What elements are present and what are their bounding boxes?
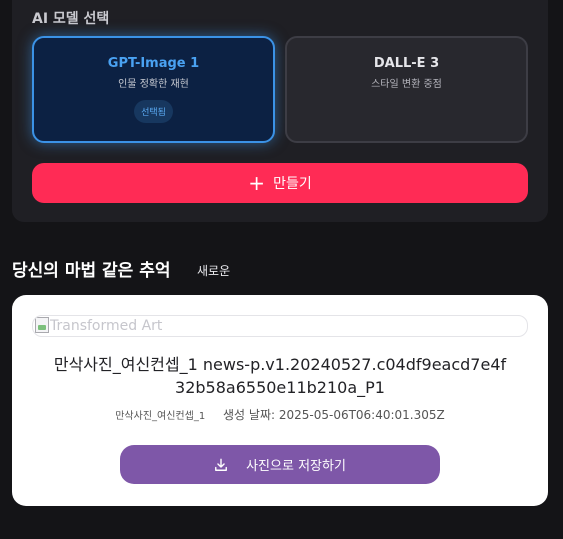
- gallery-title: 당신의 마법 같은 추억: [12, 261, 171, 281]
- model-name: DALL-E 3: [373, 56, 440, 71]
- model-section-label: AI 모델 선택: [32, 11, 110, 27]
- image-alt-text: Transformed Art: [50, 318, 163, 334]
- model-description: 인물 정확한 재현: [118, 79, 189, 90]
- card-meta: 만삭사진_여신컨셉_1 생성 날짜: 2025-05-06T06:40:01.3…: [12, 406, 548, 423]
- new-tag: 새로운: [197, 264, 231, 278]
- create-button-label: 만들기: [273, 176, 312, 192]
- selected-badge: 선택됨: [134, 100, 173, 123]
- model-name: GPT-Image 1: [107, 56, 200, 71]
- category-label: 만삭사진_여신컨셉_1: [115, 411, 206, 422]
- model-card-gpt-image-1[interactable]: GPT-Image 1 인물 정확한 재현 선택됨: [32, 36, 275, 143]
- save-photo-button[interactable]: 사진으로 저장하기: [120, 445, 440, 484]
- download-icon: [215, 458, 228, 471]
- create-button[interactable]: + 만들기: [32, 163, 528, 203]
- broken-image-icon: [35, 317, 49, 333]
- memory-card: Transformed Art 만삭사진_여신컨셉_1 news-p.v1.20…: [12, 295, 548, 506]
- file-name: 만삭사진_여신컨셉_1 news-p.v1.20240527.c04df9eac…: [53, 355, 507, 397]
- created-date: 생성 날짜: 2025-05-06T06:40:01.305Z: [223, 408, 445, 422]
- model-description: 스타일 변환 중점: [371, 79, 442, 90]
- plus-icon: +: [248, 171, 266, 195]
- save-button-label: 사진으로 저장하기: [246, 459, 346, 474]
- transformed-image: Transformed Art: [32, 315, 528, 337]
- model-card-dall-e-3[interactable]: DALL-E 3 스타일 변환 중점: [285, 36, 528, 143]
